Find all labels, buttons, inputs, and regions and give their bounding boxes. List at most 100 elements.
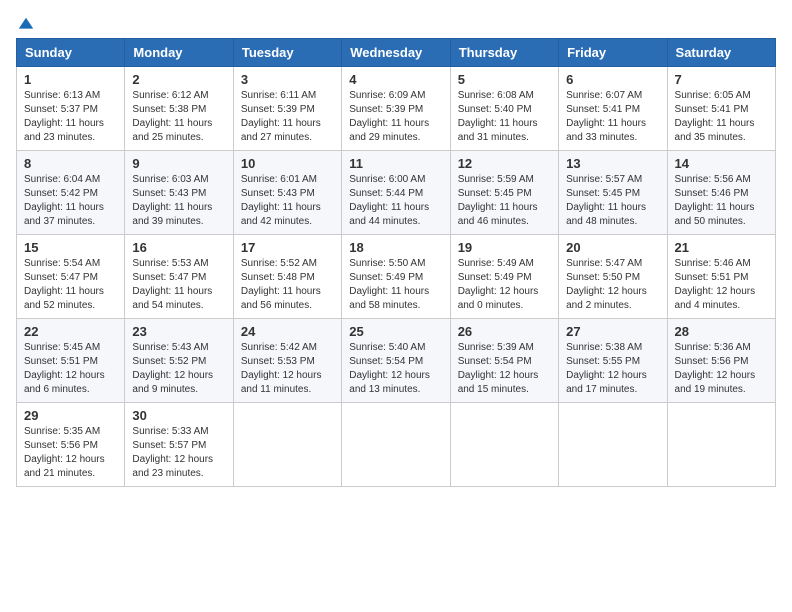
weekday-header-sunday: Sunday [17,39,125,67]
weekday-header-saturday: Saturday [667,39,775,67]
calendar-week-5: 29 Sunrise: 5:35 AM Sunset: 5:56 PM Dayl… [17,403,776,487]
day-info: Sunrise: 5:57 AM Sunset: 5:45 PM Dayligh… [566,173,659,229]
calendar-week-3: 15 Sunrise: 5:54 AM Sunset: 5:47 PM Dayl… [17,235,776,319]
calendar-cell: 26 Sunrise: 5:39 AM Sunset: 5:54 PM Dayl… [450,319,558,403]
day-number: 2 [132,72,225,87]
calendar-cell: 4 Sunrise: 6:09 AM Sunset: 5:39 PM Dayli… [342,67,450,151]
day-info: Sunrise: 5:33 AM Sunset: 5:57 PM Dayligh… [132,425,225,481]
weekday-header-tuesday: Tuesday [233,39,341,67]
day-number: 22 [24,324,117,339]
calendar-cell: 6 Sunrise: 6:07 AM Sunset: 5:41 PM Dayli… [559,67,667,151]
calendar-cell: 17 Sunrise: 5:52 AM Sunset: 5:48 PM Dayl… [233,235,341,319]
day-info: Sunrise: 5:38 AM Sunset: 5:55 PM Dayligh… [566,341,659,397]
day-info: Sunrise: 6:13 AM Sunset: 5:37 PM Dayligh… [24,89,117,145]
page-header [16,16,776,30]
calendar-cell: 14 Sunrise: 5:56 AM Sunset: 5:46 PM Dayl… [667,151,775,235]
calendar-cell: 25 Sunrise: 5:40 AM Sunset: 5:54 PM Dayl… [342,319,450,403]
day-number: 14 [675,156,768,171]
weekday-header-monday: Monday [125,39,233,67]
day-info: Sunrise: 5:36 AM Sunset: 5:56 PM Dayligh… [675,341,768,397]
calendar-cell: 23 Sunrise: 5:43 AM Sunset: 5:52 PM Dayl… [125,319,233,403]
calendar-cell: 10 Sunrise: 6:01 AM Sunset: 5:43 PM Dayl… [233,151,341,235]
calendar-cell: 11 Sunrise: 6:00 AM Sunset: 5:44 PM Dayl… [342,151,450,235]
day-info: Sunrise: 6:05 AM Sunset: 5:41 PM Dayligh… [675,89,768,145]
calendar-cell: 2 Sunrise: 6:12 AM Sunset: 5:38 PM Dayli… [125,67,233,151]
calendar-cell [342,403,450,487]
day-info: Sunrise: 5:39 AM Sunset: 5:54 PM Dayligh… [458,341,551,397]
day-info: Sunrise: 5:42 AM Sunset: 5:53 PM Dayligh… [241,341,334,397]
weekday-header-thursday: Thursday [450,39,558,67]
day-info: Sunrise: 5:53 AM Sunset: 5:47 PM Dayligh… [132,257,225,313]
day-number: 1 [24,72,117,87]
calendar-cell: 16 Sunrise: 5:53 AM Sunset: 5:47 PM Dayl… [125,235,233,319]
calendar-cell [559,403,667,487]
day-info: Sunrise: 5:49 AM Sunset: 5:49 PM Dayligh… [458,257,551,313]
day-number: 28 [675,324,768,339]
day-info: Sunrise: 5:35 AM Sunset: 5:56 PM Dayligh… [24,425,117,481]
day-number: 15 [24,240,117,255]
calendar-cell: 30 Sunrise: 5:33 AM Sunset: 5:57 PM Dayl… [125,403,233,487]
day-info: Sunrise: 5:50 AM Sunset: 5:49 PM Dayligh… [349,257,442,313]
weekday-header-wednesday: Wednesday [342,39,450,67]
day-info: Sunrise: 6:08 AM Sunset: 5:40 PM Dayligh… [458,89,551,145]
day-number: 30 [132,408,225,423]
day-info: Sunrise: 5:56 AM Sunset: 5:46 PM Dayligh… [675,173,768,229]
calendar-cell: 28 Sunrise: 5:36 AM Sunset: 5:56 PM Dayl… [667,319,775,403]
day-number: 16 [132,240,225,255]
day-number: 27 [566,324,659,339]
calendar-cell: 22 Sunrise: 5:45 AM Sunset: 5:51 PM Dayl… [17,319,125,403]
day-info: Sunrise: 5:46 AM Sunset: 5:51 PM Dayligh… [675,257,768,313]
day-number: 26 [458,324,551,339]
weekday-header-row: SundayMondayTuesdayWednesdayThursdayFrid… [17,39,776,67]
day-number: 11 [349,156,442,171]
day-number: 18 [349,240,442,255]
logo [16,16,36,30]
calendar-cell: 9 Sunrise: 6:03 AM Sunset: 5:43 PM Dayli… [125,151,233,235]
day-number: 8 [24,156,117,171]
day-info: Sunrise: 6:01 AM Sunset: 5:43 PM Dayligh… [241,173,334,229]
day-info: Sunrise: 5:52 AM Sunset: 5:48 PM Dayligh… [241,257,334,313]
day-info: Sunrise: 5:43 AM Sunset: 5:52 PM Dayligh… [132,341,225,397]
calendar-week-2: 8 Sunrise: 6:04 AM Sunset: 5:42 PM Dayli… [17,151,776,235]
calendar-cell: 3 Sunrise: 6:11 AM Sunset: 5:39 PM Dayli… [233,67,341,151]
day-number: 12 [458,156,551,171]
day-number: 19 [458,240,551,255]
day-info: Sunrise: 5:54 AM Sunset: 5:47 PM Dayligh… [24,257,117,313]
day-number: 7 [675,72,768,87]
day-number: 4 [349,72,442,87]
day-info: Sunrise: 6:04 AM Sunset: 5:42 PM Dayligh… [24,173,117,229]
day-info: Sunrise: 6:03 AM Sunset: 5:43 PM Dayligh… [132,173,225,229]
calendar-cell [450,403,558,487]
calendar-cell: 24 Sunrise: 5:42 AM Sunset: 5:53 PM Dayl… [233,319,341,403]
day-info: Sunrise: 5:59 AM Sunset: 5:45 PM Dayligh… [458,173,551,229]
day-info: Sunrise: 6:12 AM Sunset: 5:38 PM Dayligh… [132,89,225,145]
day-number: 24 [241,324,334,339]
day-number: 23 [132,324,225,339]
weekday-header-friday: Friday [559,39,667,67]
calendar-week-1: 1 Sunrise: 6:13 AM Sunset: 5:37 PM Dayli… [17,67,776,151]
calendar-cell [233,403,341,487]
calendar-cell: 5 Sunrise: 6:08 AM Sunset: 5:40 PM Dayli… [450,67,558,151]
day-number: 17 [241,240,334,255]
day-number: 10 [241,156,334,171]
calendar-cell: 21 Sunrise: 5:46 AM Sunset: 5:51 PM Dayl… [667,235,775,319]
calendar-cell: 8 Sunrise: 6:04 AM Sunset: 5:42 PM Dayli… [17,151,125,235]
calendar-cell: 12 Sunrise: 5:59 AM Sunset: 5:45 PM Dayl… [450,151,558,235]
calendar-cell: 13 Sunrise: 5:57 AM Sunset: 5:45 PM Dayl… [559,151,667,235]
day-info: Sunrise: 6:00 AM Sunset: 5:44 PM Dayligh… [349,173,442,229]
day-number: 3 [241,72,334,87]
calendar-cell: 19 Sunrise: 5:49 AM Sunset: 5:49 PM Dayl… [450,235,558,319]
day-info: Sunrise: 6:11 AM Sunset: 5:39 PM Dayligh… [241,89,334,145]
day-number: 20 [566,240,659,255]
day-info: Sunrise: 6:09 AM Sunset: 5:39 PM Dayligh… [349,89,442,145]
calendar-cell: 18 Sunrise: 5:50 AM Sunset: 5:49 PM Dayl… [342,235,450,319]
calendar-cell: 15 Sunrise: 5:54 AM Sunset: 5:47 PM Dayl… [17,235,125,319]
day-number: 13 [566,156,659,171]
day-info: Sunrise: 5:45 AM Sunset: 5:51 PM Dayligh… [24,341,117,397]
calendar-week-4: 22 Sunrise: 5:45 AM Sunset: 5:51 PM Dayl… [17,319,776,403]
day-number: 21 [675,240,768,255]
day-info: Sunrise: 5:47 AM Sunset: 5:50 PM Dayligh… [566,257,659,313]
calendar-cell: 20 Sunrise: 5:47 AM Sunset: 5:50 PM Dayl… [559,235,667,319]
day-info: Sunrise: 6:07 AM Sunset: 5:41 PM Dayligh… [566,89,659,145]
calendar-cell: 29 Sunrise: 5:35 AM Sunset: 5:56 PM Dayl… [17,403,125,487]
